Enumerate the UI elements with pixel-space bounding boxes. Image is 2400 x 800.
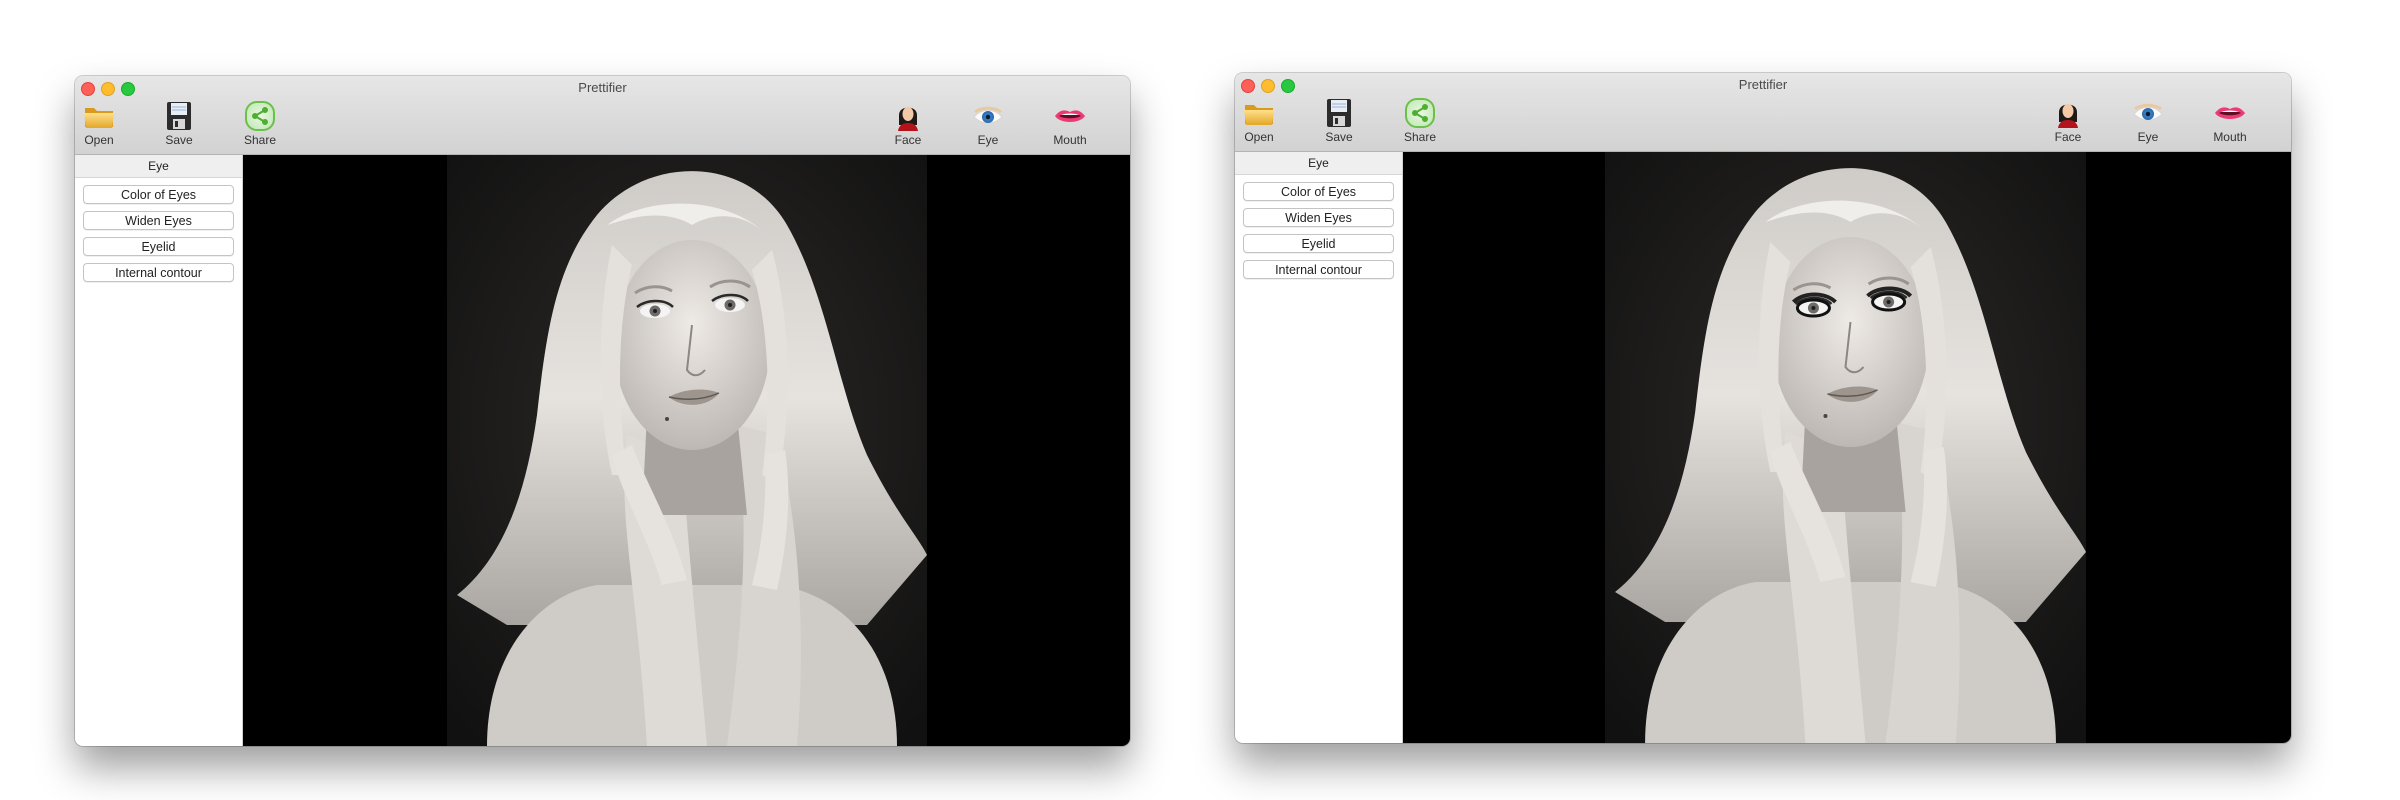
toolbar-label: Face bbox=[2054, 130, 2082, 144]
internal-contour-button[interactable]: Internal contour bbox=[1243, 260, 1394, 279]
toolbar-label: Share bbox=[243, 133, 277, 147]
toolbar-label: Face bbox=[894, 133, 922, 147]
mouth-icon bbox=[2213, 98, 2247, 128]
eye-icon bbox=[2131, 98, 2165, 128]
sidebar: Eye Color of Eyes Widen Eyes Eyelid Inte… bbox=[1235, 152, 1403, 743]
color-of-eyes-button[interactable]: Color of Eyes bbox=[83, 185, 234, 204]
floppy-disk-icon bbox=[162, 101, 196, 131]
image-canvas[interactable] bbox=[1403, 152, 2291, 743]
sidebar: Eye Color of Eyes Widen Eyes Eyelid Inte… bbox=[75, 155, 243, 746]
toolbar-label: Eye bbox=[2137, 130, 2159, 144]
toolbar-label: Open bbox=[84, 133, 114, 147]
toolbar-share-button[interactable]: Share bbox=[1388, 95, 1452, 149]
share-icon bbox=[1403, 98, 1437, 128]
toolbar-open-button[interactable]: Open bbox=[75, 98, 131, 152]
folder-icon bbox=[82, 101, 116, 131]
sidebar-header: Eye bbox=[1235, 152, 1402, 175]
toolbar-label: Share bbox=[1403, 130, 1437, 144]
toolbar-label: Eye bbox=[977, 133, 999, 147]
app-window-original: Prettifier Open Save Share Face Eye Mout… bbox=[75, 76, 1130, 746]
window-title: Prettifier bbox=[578, 80, 627, 95]
color-of-eyes-button[interactable]: Color of Eyes bbox=[1243, 182, 1394, 201]
toolbar-save-button[interactable]: Save bbox=[147, 98, 211, 152]
window-title: Prettifier bbox=[1738, 77, 1788, 92]
toolbar-label: Save bbox=[165, 133, 193, 147]
folder-icon bbox=[1242, 98, 1276, 128]
toolbar-mouth-button[interactable]: Mouth bbox=[1038, 98, 1102, 152]
face-icon bbox=[891, 101, 925, 131]
app-window-edited: Prettifier Open Save Share Face Eye Mout… bbox=[1235, 73, 2291, 743]
share-icon bbox=[243, 101, 277, 131]
eye-icon bbox=[971, 101, 1005, 131]
sidebar-header: Eye bbox=[75, 155, 242, 178]
mouth-icon bbox=[1053, 101, 1087, 131]
toolbar-face-button[interactable]: Face bbox=[876, 98, 940, 152]
toolbar-mouth-button[interactable]: Mouth bbox=[2198, 95, 2262, 149]
toolbar-label: Mouth bbox=[2213, 130, 2247, 144]
face-icon bbox=[2051, 98, 2085, 128]
portrait-photo-edited bbox=[1605, 152, 2086, 743]
title-bar: Prettifier Open Save Share Face Eye Mout… bbox=[1235, 73, 2291, 152]
widen-eyes-button[interactable]: Widen Eyes bbox=[83, 211, 234, 230]
toolbar-label: Mouth bbox=[1053, 133, 1087, 147]
toolbar-save-button[interactable]: Save bbox=[1307, 95, 1371, 149]
internal-contour-button[interactable]: Internal contour bbox=[83, 263, 234, 282]
widen-eyes-button[interactable]: Widen Eyes bbox=[1243, 208, 1394, 227]
toolbar-label: Open bbox=[1244, 130, 1274, 144]
toolbar-eye-button[interactable]: Eye bbox=[956, 98, 1020, 152]
toolbar-open-button[interactable]: Open bbox=[1235, 95, 1291, 149]
toolbar-face-button[interactable]: Face bbox=[2036, 95, 2100, 149]
portrait-photo bbox=[447, 155, 927, 746]
toolbar-share-button[interactable]: Share bbox=[228, 98, 292, 152]
image-canvas[interactable] bbox=[243, 155, 1130, 746]
toolbar-eye-button[interactable]: Eye bbox=[2116, 95, 2180, 149]
toolbar-label: Save bbox=[1325, 130, 1353, 144]
eyelid-button[interactable]: Eyelid bbox=[1243, 234, 1394, 253]
floppy-disk-icon bbox=[1322, 98, 1356, 128]
title-bar: Prettifier Open Save Share Face Eye Mout… bbox=[75, 76, 1130, 155]
eyelid-button[interactable]: Eyelid bbox=[83, 237, 234, 256]
